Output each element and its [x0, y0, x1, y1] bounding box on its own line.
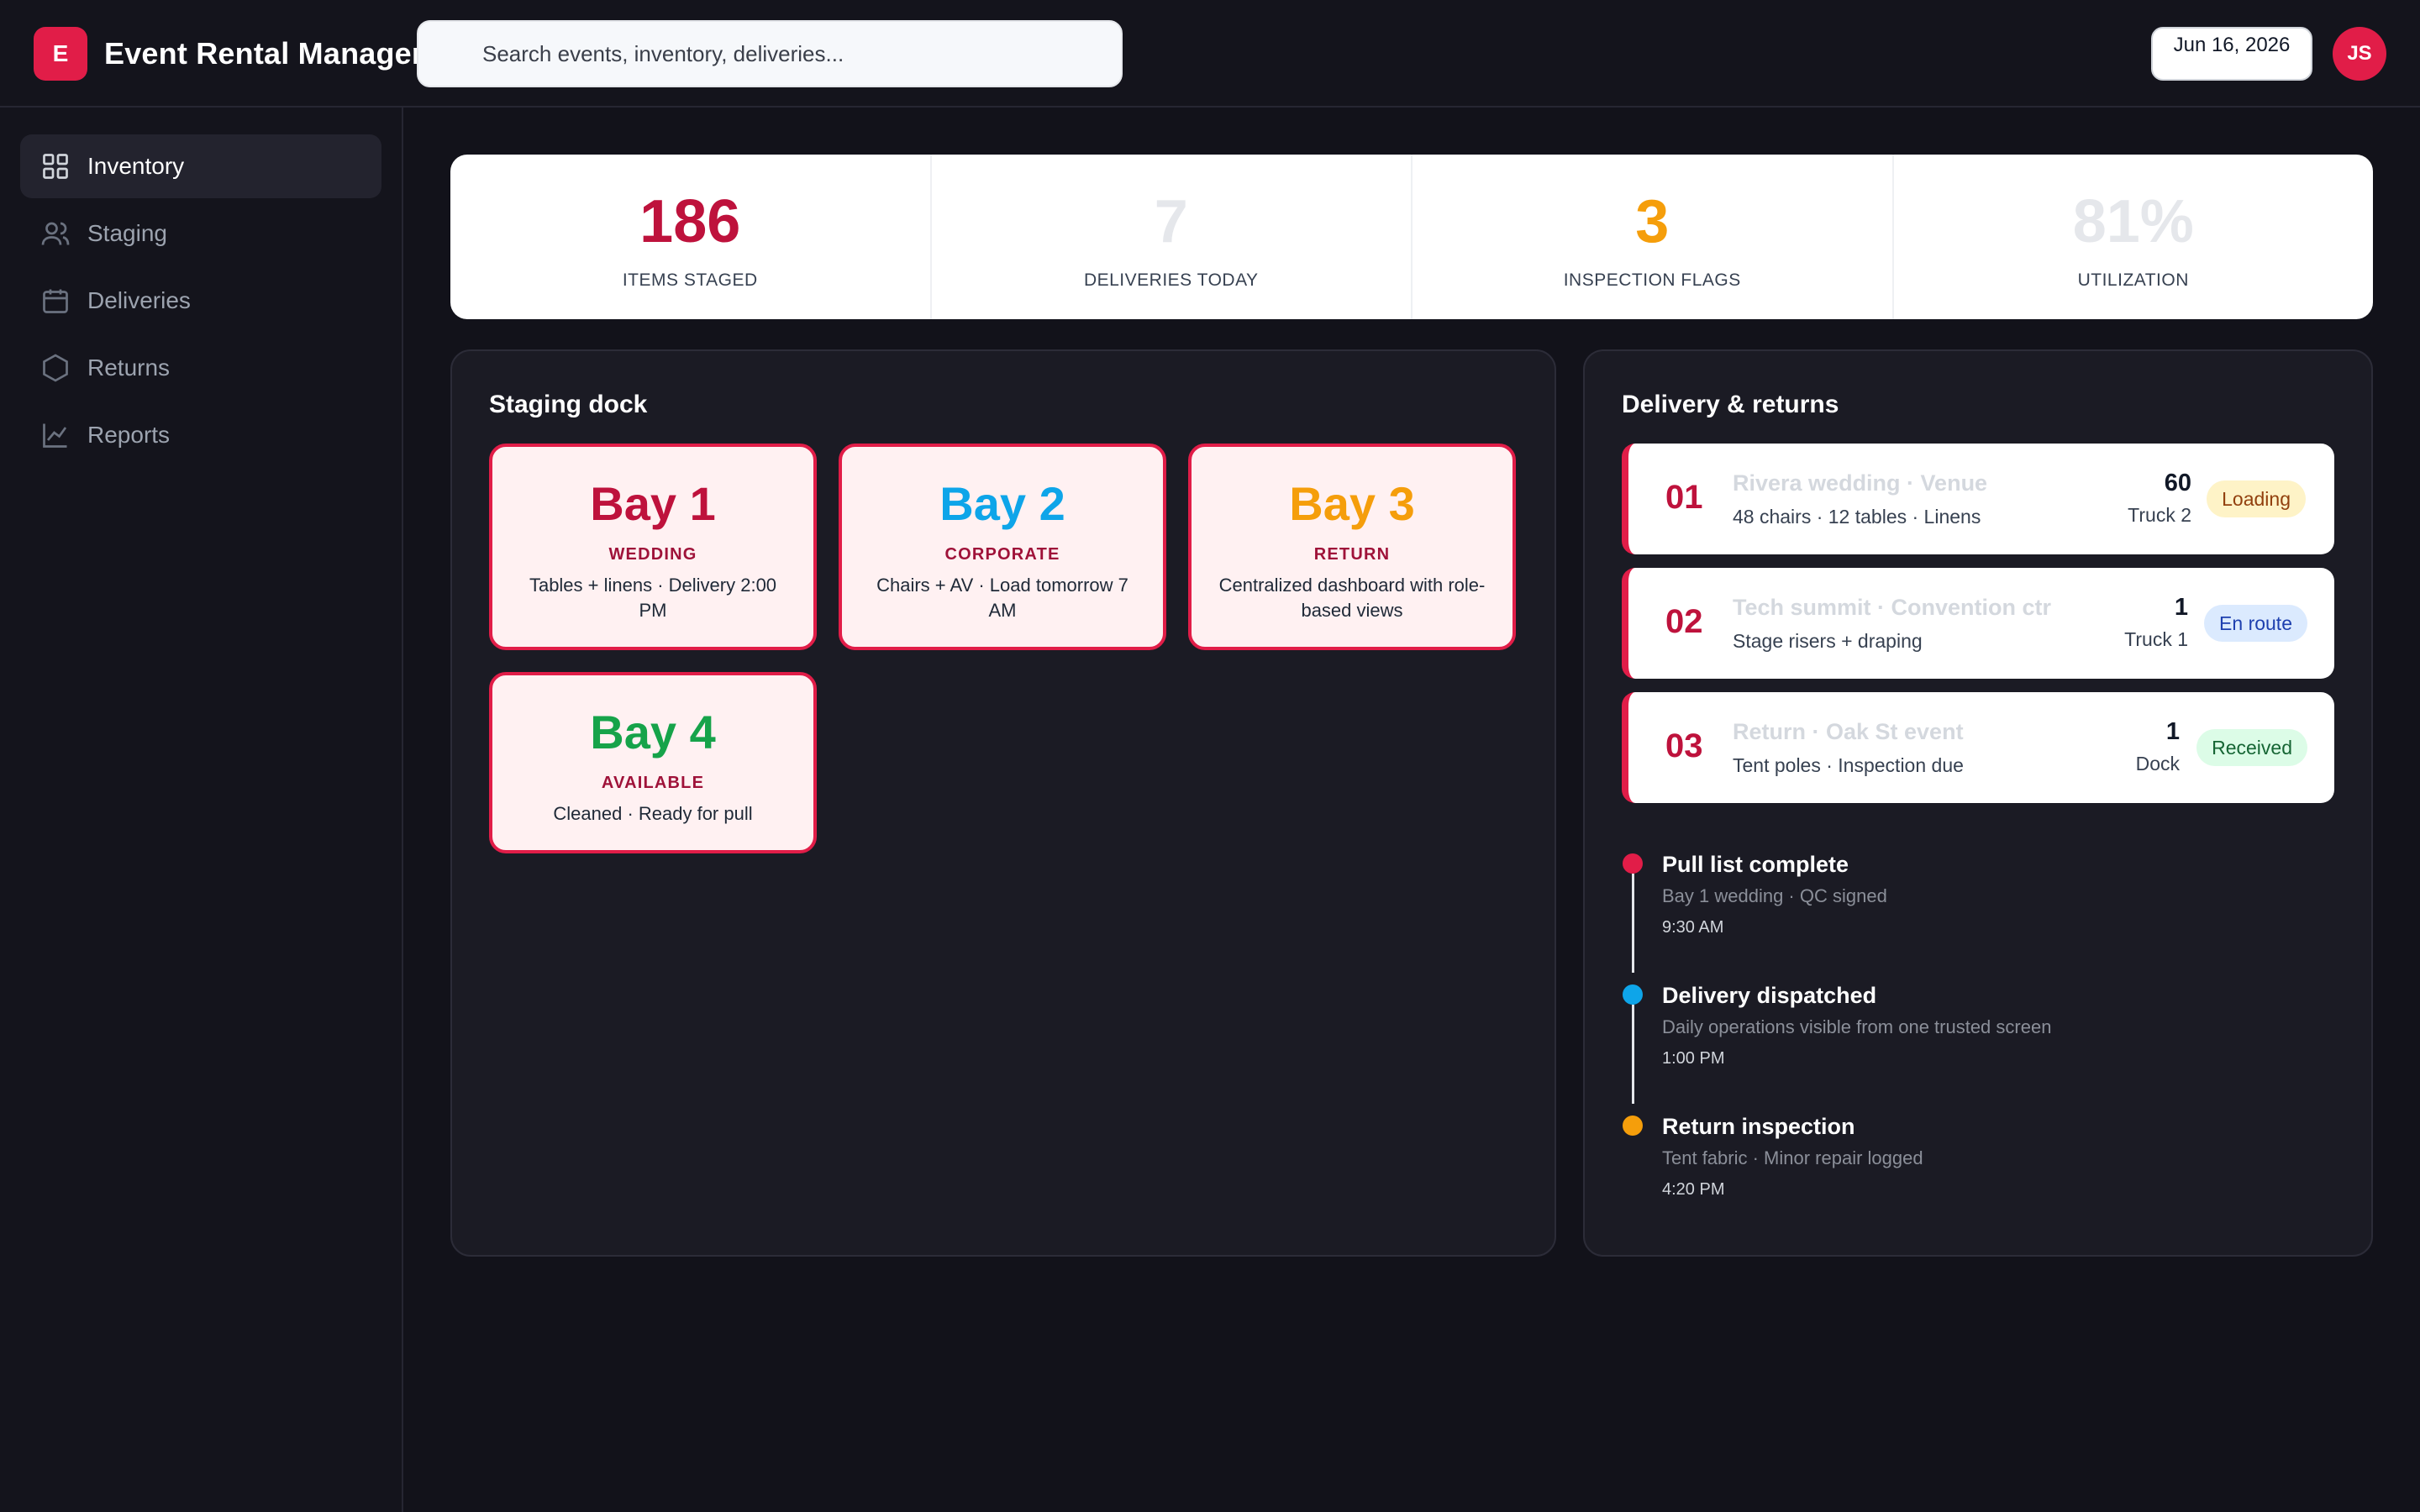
bay-title: Bay 2	[939, 477, 1065, 530]
stat-deliveries-today: 7 DELIVERIES TODAY	[932, 155, 1413, 319]
delivery-truck: Truck 1	[2124, 628, 2188, 650]
delivery-subtitle: 48 chairs · 12 tables · Linens	[1733, 506, 1981, 528]
bay-title: Bay 4	[590, 706, 716, 759]
search-box[interactable]	[417, 20, 1123, 87]
users-icon	[41, 222, 70, 245]
bay-desc: Chairs + AV · Load tomorrow 7 AM	[876, 575, 1128, 621]
stat-label: UTILIZATION	[2077, 270, 2189, 290]
bay-type: AVAILABLE	[601, 774, 705, 792]
delivery-truck: Truck 2	[2128, 504, 2191, 526]
stat-value: 186	[639, 188, 741, 255]
timeline-title: Pull list complete	[1662, 852, 1849, 877]
sidebar-item-reports[interactable]: Reports	[20, 403, 381, 467]
delivery-quantity: 60	[2164, 470, 2191, 496]
bay-card-2[interactable]: Bay 2 CORPORATE Chairs + AV · Load tomor…	[839, 444, 1166, 650]
delivery-row[interactable]: 03 Return · Oak St event Tent poles · In…	[1622, 692, 2334, 803]
timeline-time: 4:20 PM	[1662, 1180, 1725, 1199]
delivery-row[interactable]: 01 Rivera wedding · Venue 48 chairs · 12…	[1622, 444, 2334, 554]
sidebar-item-label: Returns	[87, 354, 171, 381]
timeline-subtitle: Daily operations visible from one truste…	[1662, 1016, 2052, 1037]
stat-items-staged: 186 ITEMS STAGED	[450, 155, 932, 319]
sidebar-item-label: Staging	[87, 220, 167, 246]
sidebar-item-label: Reports	[87, 422, 171, 448]
delivery-truck: Dock	[2135, 753, 2180, 774]
sidebar-item-inventory[interactable]: Inventory	[20, 134, 381, 198]
delivery-subtitle: Stage risers + draping	[1733, 630, 1923, 652]
delivery-number: 02	[1665, 603, 1703, 640]
stats-card: 186 ITEMS STAGED 7 DELIVERIES TODAY 3 IN…	[450, 155, 2373, 319]
bay-card-3[interactable]: Bay 3 RETURN Centralized dashboard with …	[1188, 444, 1516, 650]
timeline-title: Return inspection	[1662, 1114, 1855, 1139]
delivery-number: 03	[1665, 727, 1703, 764]
delivery-subtitle: Tent poles · Inspection due	[1733, 754, 1964, 776]
app-title: Event Rental Manager	[104, 36, 424, 71]
status-badge: Received	[2196, 729, 2307, 766]
bay-type: RETURN	[1313, 545, 1391, 564]
stat-inspection-flags: 3 INSPECTION FLAGS	[1413, 155, 1894, 319]
panel-title: Delivery & returns	[1622, 391, 1839, 418]
chart-line-icon	[43, 423, 67, 448]
timeline-time: 9:30 AM	[1662, 918, 1724, 937]
sidebar-item-staging[interactable]: Staging	[20, 202, 381, 265]
sidebar-item-label: Deliveries	[87, 287, 191, 313]
stat-label: ITEMS STAGED	[622, 270, 758, 290]
search-input[interactable]	[482, 22, 1104, 86]
stat-value: 3	[1635, 188, 1670, 255]
bay-desc: Tables + linens · Delivery 2:00 PM	[529, 575, 777, 621]
stat-value: 7	[1154, 188, 1188, 255]
bay-card-4[interactable]: Bay 4 AVAILABLE Cleaned · Ready for pull	[489, 672, 817, 853]
stat-label: INSPECTION FLAGS	[1563, 270, 1741, 290]
user-avatar[interactable]: JS	[2333, 27, 2386, 81]
timeline-subtitle: Bay 1 wedding · QC signed	[1662, 885, 1887, 906]
timeline-dot	[1623, 984, 1643, 1005]
delivery-quantity: 1	[2165, 718, 2180, 745]
grid-icon	[43, 154, 68, 179]
stat-label: DELIVERIES TODAY	[1083, 270, 1259, 290]
status-badge: Loading	[2207, 480, 2306, 517]
stat-value: 81%	[2072, 188, 2194, 255]
date-button[interactable]: Jun 16, 2026	[2151, 27, 2312, 81]
search-icon	[447, 45, 468, 66]
timeline-connector	[1632, 1005, 1634, 1104]
stat-utilization: 81% UTILIZATION	[1894, 155, 2374, 319]
sidebar-item-deliveries[interactable]: Deliveries	[20, 269, 381, 333]
bay-type: WEDDING	[608, 545, 697, 564]
timeline-time: 1:00 PM	[1662, 1049, 1725, 1068]
delivery-title: Return · Oak St event	[1733, 719, 1964, 744]
sidebar-item-label: Inventory	[87, 153, 185, 179]
bay-title: Bay 1	[590, 477, 716, 530]
hexagon-icon	[43, 354, 68, 382]
sidebar: Inventory Staging Deliveries Returns Rep…	[0, 108, 403, 1512]
bay-card-1[interactable]: Bay 1 WEDDING Tables + linens · Delivery…	[489, 444, 817, 650]
bay-desc: Cleaned · Ready for pull	[553, 803, 753, 824]
delivery-title: Tech summit · Convention ctr	[1733, 595, 2052, 620]
bay-title: Bay 3	[1289, 477, 1415, 530]
status-badge: En route	[2204, 605, 2307, 642]
timeline-dot	[1623, 1116, 1643, 1136]
delivery-quantity: 1	[2174, 594, 2188, 621]
timeline-dot	[1623, 853, 1643, 874]
sidebar-item-returns[interactable]: Returns	[20, 336, 381, 400]
delivery-title: Rivera wedding · Venue	[1733, 470, 1988, 496]
app-logo[interactable]: E	[34, 27, 87, 81]
calendar-icon	[43, 289, 68, 313]
panel-title: Staging dock	[489, 391, 648, 418]
delivery-number: 01	[1665, 479, 1703, 516]
top-bar: E Event Rental Manager Jun 16, 2026 JS	[0, 0, 2420, 108]
delivery-row[interactable]: 02 Tech summit · Convention ctr Stage ri…	[1622, 568, 2334, 679]
timeline-title: Delivery dispatched	[1662, 983, 1877, 1008]
bay-desc: Centralized dashboard with role-based vi…	[1218, 575, 1486, 621]
timeline-connector	[1632, 874, 1634, 973]
bay-type: CORPORATE	[944, 545, 1060, 564]
timeline-subtitle: Tent fabric · Minor repair logged	[1662, 1147, 1923, 1168]
